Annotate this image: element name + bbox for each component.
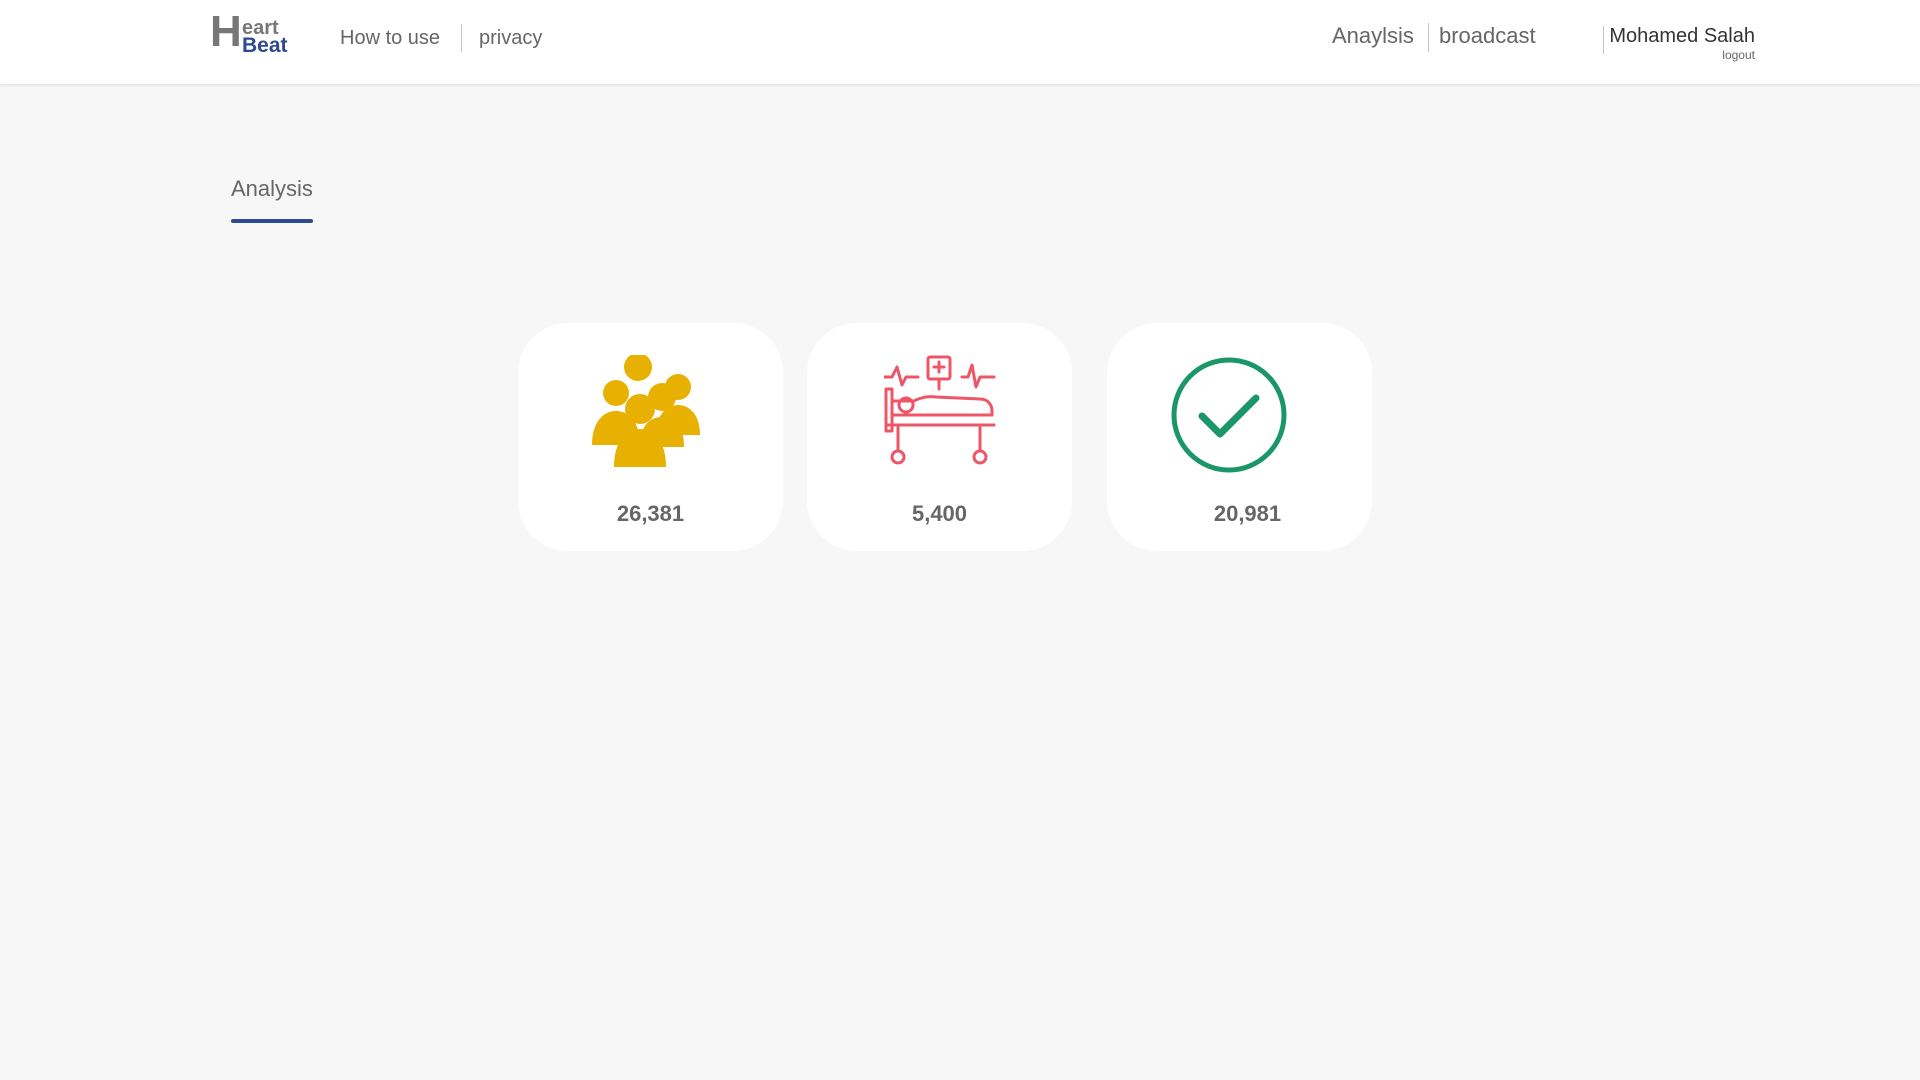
nav-divider xyxy=(461,24,462,52)
check-circle-icon xyxy=(1170,356,1288,474)
logo-bottom-text: Beat xyxy=(242,34,288,57)
nav-analysis[interactable]: Anaylsis xyxy=(1332,24,1414,48)
nav-divider xyxy=(1428,23,1429,52)
user-name[interactable]: Mohamed Salah xyxy=(1609,24,1755,48)
logo-letter: H xyxy=(210,7,242,56)
stat-value: 26,381 xyxy=(616,501,685,526)
user-divider xyxy=(1603,26,1604,54)
top-navbar: H eart Beat How to use privacy Anaylsis … xyxy=(0,0,1920,84)
stat-card-people: 26,381 xyxy=(518,323,783,551)
heartbeat-logo[interactable]: H eart Beat xyxy=(210,10,290,57)
nav-privacy[interactable]: privacy xyxy=(479,26,542,50)
stat-card-recovered: 20,981 xyxy=(1107,323,1372,551)
nav-broadcast[interactable]: broadcast xyxy=(1439,24,1536,48)
hospital-bed-icon xyxy=(882,355,996,467)
tab-active-indicator xyxy=(231,219,313,223)
people-group-icon xyxy=(591,353,710,467)
tab-analysis[interactable]: Analysis xyxy=(231,176,313,202)
nav-how-to-use[interactable]: How to use xyxy=(340,26,440,50)
stat-value: 20,981 xyxy=(1213,501,1282,526)
stat-card-hospitalized: 5,400 xyxy=(807,323,1072,551)
logout-link[interactable]: logout xyxy=(1722,48,1755,62)
stat-value: 5,400 xyxy=(911,501,968,526)
